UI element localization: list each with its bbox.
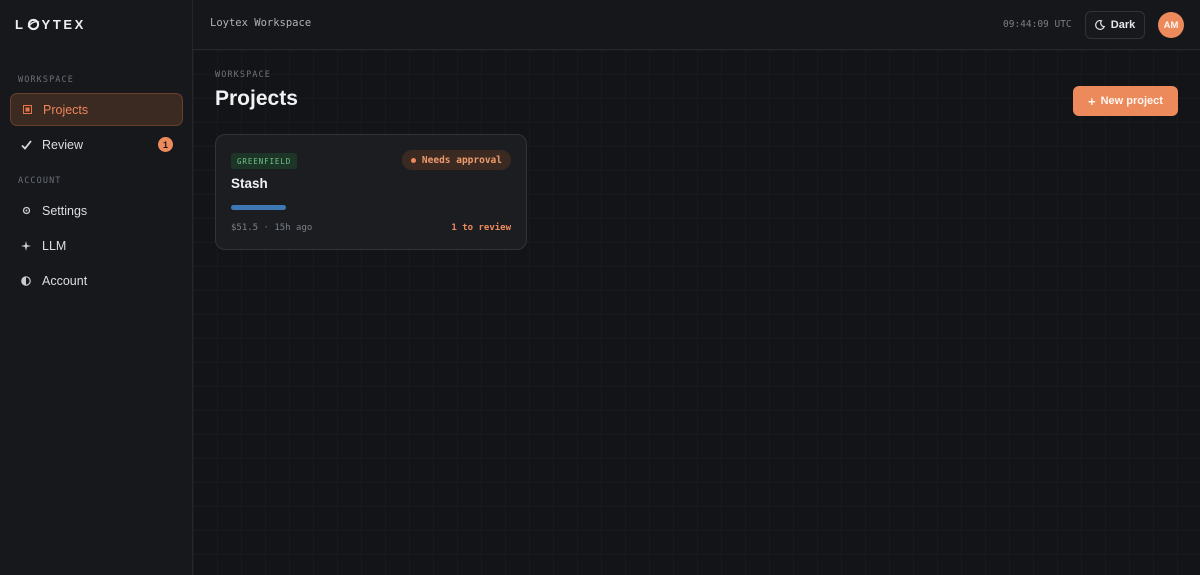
new-project-button[interactable]: + New project	[1073, 86, 1178, 116]
sidebar-item-settings[interactable]: Settings	[10, 194, 183, 227]
sidebar-section-account: ACCOUNT	[18, 176, 62, 186]
sparkle-icon	[20, 240, 32, 252]
logo-text-right: YTEX	[41, 16, 86, 32]
page-eyebrow: WORKSPACE	[215, 70, 271, 80]
plus-icon: +	[1088, 93, 1096, 109]
sidebar-item-review[interactable]: Review 1	[10, 128, 183, 161]
project-card[interactable]: GREENFIELD Needs approval Stash $51.5 · …	[215, 134, 527, 250]
project-name: Stash	[231, 176, 268, 191]
status-badge: Needs approval	[401, 150, 511, 170]
sidebar-item-projects[interactable]: Projects	[10, 93, 183, 126]
gear-icon	[20, 205, 32, 217]
main-content: WORKSPACE Projects + New project GREENFI…	[193, 50, 1200, 575]
sidebar-item-label: LLM	[42, 238, 67, 253]
page-title: Projects	[215, 87, 298, 110]
sidebar: L YTEX WORKSPACE Projects Review 1 ACCOU…	[0, 0, 193, 575]
project-type-tag: GREENFIELD	[231, 153, 298, 169]
sidebar-item-label: Settings	[42, 203, 88, 218]
sidebar-item-label: Account	[42, 273, 88, 288]
half-circle-icon	[20, 275, 32, 287]
clock: 09:44:09 UTC	[1003, 19, 1072, 30]
project-meta: $51.5 · 15h ago	[231, 223, 313, 233]
moon-icon	[1094, 20, 1105, 30]
logo-text-left: L	[15, 16, 26, 32]
review-count-link[interactable]: 1 to review	[451, 223, 511, 233]
sidebar-section-workspace: WORKSPACE	[18, 75, 74, 85]
sidebar-item-llm[interactable]: LLM	[10, 229, 183, 262]
sidebar-item-label: Projects	[43, 102, 89, 117]
project-progress-bar	[231, 205, 286, 210]
new-project-label: New project	[1100, 95, 1163, 107]
topbar: Loytex Workspace 09:44:09 UTC Dark AM	[193, 0, 1200, 50]
status-label: Needs approval	[421, 154, 502, 166]
sidebar-item-label: Review	[42, 137, 83, 152]
avatar[interactable]: AM	[1158, 12, 1184, 38]
review-count-badge: 1	[158, 137, 173, 152]
sidebar-item-account[interactable]: Account	[10, 264, 183, 297]
status-dot-icon	[410, 157, 416, 163]
check-icon	[20, 139, 32, 151]
progress-fill	[231, 205, 286, 210]
logo-mark-icon	[27, 18, 40, 31]
theme-toggle-button[interactable]: Dark	[1085, 11, 1145, 39]
workspace-title: Loytex Workspace	[210, 17, 312, 29]
theme-label: Dark	[1110, 19, 1136, 31]
app-root: L YTEX WORKSPACE Projects Review 1 ACCOU…	[0, 0, 1200, 575]
logo[interactable]: L YTEX	[15, 15, 86, 33]
square-icon	[21, 104, 33, 116]
